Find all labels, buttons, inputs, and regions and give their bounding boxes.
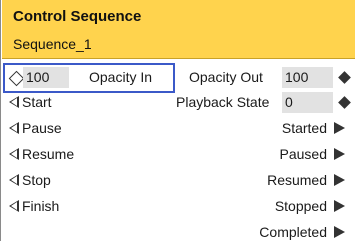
control-sequence-node[interactable]: Control Sequence Sequence_1 100 Opacity … (0, 0, 355, 241)
completed-label: Completed (259, 224, 327, 240)
completed-exec-out-icon[interactable] (334, 226, 345, 238)
pause-row: Pause Started (1, 117, 355, 141)
pause-label: Pause (22, 120, 62, 136)
opacity-out-label: Opacity Out (189, 69, 263, 85)
start-exec-in-icon[interactable] (9, 96, 19, 108)
node-header[interactable]: Control Sequence Sequence_1 (2, 0, 355, 59)
resumed-label: Resumed (267, 172, 327, 188)
resume-row: Resume Paused (1, 143, 355, 167)
started-exec-out-icon[interactable] (334, 122, 345, 134)
paused-exec-out-icon[interactable] (334, 148, 345, 160)
finish-label: Finish (22, 198, 60, 214)
resume-exec-in-icon[interactable] (9, 148, 19, 160)
finish-row: Finish Stopped (1, 195, 355, 219)
resumed-exec-out-icon[interactable] (334, 174, 345, 186)
playback-state-diamond-icon[interactable] (338, 96, 351, 109)
stop-exec-in-icon[interactable] (9, 174, 19, 186)
paused-label: Paused (279, 146, 327, 162)
opacity-out-value-field[interactable]: 100 (282, 67, 333, 88)
opacity-in-diamond-icon[interactable] (8, 70, 25, 87)
pause-exec-in-icon[interactable] (9, 122, 19, 134)
opacity-out-diamond-icon[interactable] (338, 71, 351, 84)
start-label: Start (22, 94, 52, 110)
playback-state-label: Playback State (176, 94, 270, 110)
finish-exec-in-icon[interactable] (9, 200, 19, 212)
playback-state-value-field[interactable]: 0 (282, 92, 333, 113)
stopped-exec-out-icon[interactable] (334, 200, 345, 212)
playback-row: Start Playback State 0 (1, 91, 355, 115)
node-subtitle: Sequence_1 (13, 36, 92, 52)
opacity-in-label: Opacity In (89, 69, 153, 85)
stop-label: Stop (22, 172, 51, 188)
started-label: Started (281, 120, 327, 136)
completed-row: Completed (1, 221, 355, 241)
resume-label: Resume (22, 146, 75, 162)
stop-row: Stop Resumed (1, 169, 355, 193)
node-title: Control Sequence (13, 8, 142, 25)
opacity-in-value-field[interactable]: 100 (23, 67, 69, 88)
stopped-label: Stopped (274, 198, 327, 214)
opacity-row: 100 Opacity In Opacity Out 100 (1, 66, 355, 90)
